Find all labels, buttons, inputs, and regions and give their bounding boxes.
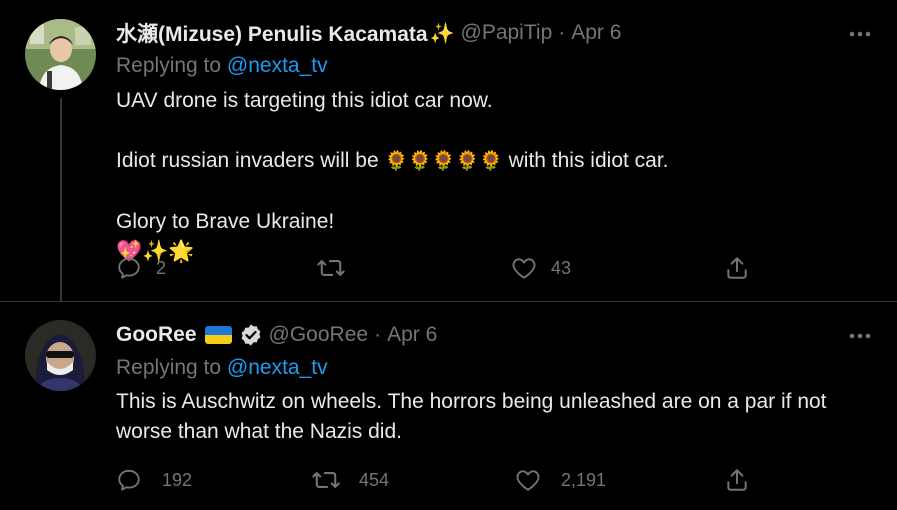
tweet-text: This is Auschwitz on wheels. The horrors…	[116, 387, 827, 447]
display-name[interactable]: 水瀬(Mizuse) Penulis Kacamata	[116, 18, 428, 48]
ukraine-flag-icon	[204, 326, 232, 344]
like-button[interactable]: 2,191	[515, 465, 606, 495]
verified-badge-icon	[239, 323, 263, 347]
sunflower-emojis: 🌻🌻🌻🌻🌻	[384, 151, 503, 172]
like-icon	[511, 256, 537, 280]
text-line: Glory to Brave Ukraine!	[116, 207, 669, 237]
display-name[interactable]: GooRee	[116, 323, 197, 347]
share-button[interactable]	[724, 253, 750, 283]
text-line: worse than what the Nazis did.	[116, 420, 402, 443]
like-button[interactable]: 43	[511, 253, 571, 283]
timestamp[interactable]: Apr 6	[387, 323, 437, 347]
retweet-icon	[311, 467, 341, 493]
like-count: 2,191	[561, 469, 607, 490]
replying-to: Replying to @nexta_tv	[116, 356, 328, 380]
replying-to: Replying to @nexta_tv	[116, 54, 328, 78]
share-icon	[724, 467, 750, 493]
avatar[interactable]	[25, 19, 96, 90]
retweet-button[interactable]	[316, 253, 360, 283]
sparkles-emoji: ✨	[429, 22, 455, 45]
more-horizontal-icon[interactable]	[848, 22, 872, 46]
text-segment: with this idiot car.	[508, 149, 669, 172]
ukraine-flag-icon	[334, 213, 361, 231]
reply-button[interactable]: 2	[116, 253, 166, 283]
share-button[interactable]	[724, 465, 750, 495]
tweet-header: 水瀬(Mizuse) Penulis Kacamata ✨ @PapiTip ·…	[116, 18, 621, 48]
reply-count: 192	[162, 469, 193, 490]
reply-button[interactable]: 192	[116, 465, 192, 495]
text-segment: Glory to Brave Ukraine!	[116, 210, 335, 233]
text-segment: Idiot russian invaders will be	[116, 149, 379, 172]
separator: ·	[558, 21, 566, 44]
retweet-button[interactable]: 454	[311, 465, 389, 495]
text-line: Idiot russian invaders will be 🌻🌻🌻🌻🌻 wit…	[116, 146, 669, 177]
tweet-header: GooRee @GooRee · Apr 6	[116, 320, 437, 350]
avatar[interactable]	[25, 320, 96, 391]
reply-icon	[116, 255, 142, 281]
replying-prefix: Replying to	[116, 356, 222, 379]
like-count: 43	[551, 257, 572, 278]
reply-icon	[116, 467, 142, 493]
more-horizontal-icon[interactable]	[848, 324, 872, 348]
handle[interactable]: @PapiTip	[461, 21, 553, 45]
separator: ·	[374, 323, 382, 346]
mention-link[interactable]: @nexta_tv	[227, 54, 328, 77]
tweet[interactable]: GooRee @GooRee · Apr 6 Replying to @next…	[0, 301, 897, 510]
reply-count: 2	[156, 257, 167, 278]
mention-link[interactable]: @nexta_tv	[227, 356, 328, 379]
handle[interactable]: @GooRee	[269, 323, 369, 347]
thread-line	[60, 98, 62, 301]
tweet[interactable]: 水瀬(Mizuse) Penulis Kacamata ✨ @PapiTip ·…	[0, 0, 897, 301]
like-icon	[515, 468, 541, 492]
text-line: UAV drone is targeting this idiot car no…	[116, 89, 493, 112]
retweet-count: 454	[359, 469, 390, 490]
retweet-icon	[316, 255, 346, 281]
replying-prefix: Replying to	[116, 54, 222, 77]
share-icon	[724, 255, 750, 281]
text-line: This is Auschwitz on wheels. The horrors…	[116, 390, 827, 413]
tweet-text: UAV drone is targeting this idiot car no…	[116, 86, 669, 267]
timestamp[interactable]: Apr 6	[571, 21, 621, 45]
